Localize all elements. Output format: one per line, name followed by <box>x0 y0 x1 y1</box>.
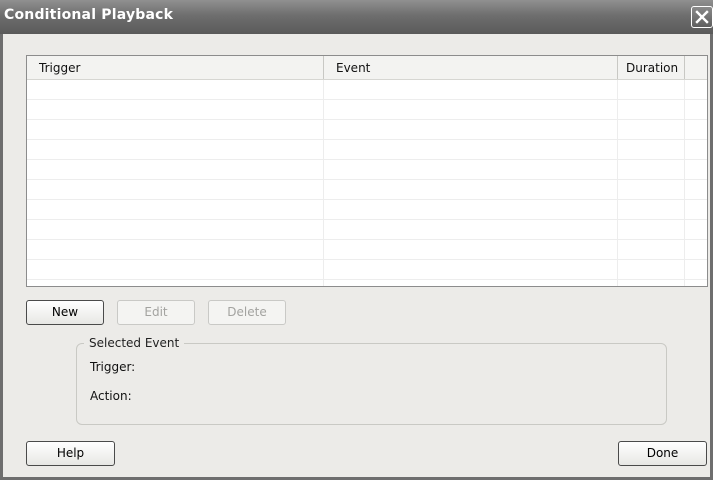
title-bar[interactable]: Conditional Playback <box>0 0 713 34</box>
table-row[interactable] <box>27 280 707 286</box>
table-header: Trigger Event Duration <box>27 56 707 80</box>
table-row[interactable] <box>27 120 707 140</box>
table-row[interactable] <box>27 180 707 200</box>
column-header-duration[interactable]: Duration <box>618 56 685 79</box>
action-label: Action: <box>90 389 132 403</box>
delete-button[interactable]: Delete <box>208 300 286 325</box>
help-button[interactable]: Help <box>26 441 115 466</box>
edit-button[interactable]: Edit <box>117 300 195 325</box>
table-row[interactable] <box>27 140 707 160</box>
window-title: Conditional Playback <box>4 7 174 23</box>
table-row[interactable] <box>27 200 707 220</box>
selected-event-group <box>76 343 667 425</box>
conditional-playback-dialog: Conditional Playback Trigger Event Durat… <box>0 0 713 480</box>
column-header-event[interactable]: Event <box>324 56 618 79</box>
column-header-trigger[interactable]: Trigger <box>27 56 324 79</box>
selected-event-title: Selected Event <box>84 336 185 350</box>
new-button[interactable]: New <box>26 300 104 325</box>
table-row[interactable] <box>27 100 707 120</box>
table-row[interactable] <box>27 240 707 260</box>
table-row[interactable] <box>27 220 707 240</box>
table-row[interactable] <box>27 260 707 280</box>
table-row[interactable] <box>27 160 707 180</box>
trigger-label: Trigger: <box>90 360 136 374</box>
column-header-filler <box>685 56 707 79</box>
playback-events-table[interactable]: Trigger Event Duration <box>26 55 708 287</box>
close-button[interactable] <box>691 6 713 28</box>
done-button[interactable]: Done <box>618 441 707 466</box>
table-body <box>27 80 707 286</box>
table-row[interactable] <box>27 80 707 100</box>
